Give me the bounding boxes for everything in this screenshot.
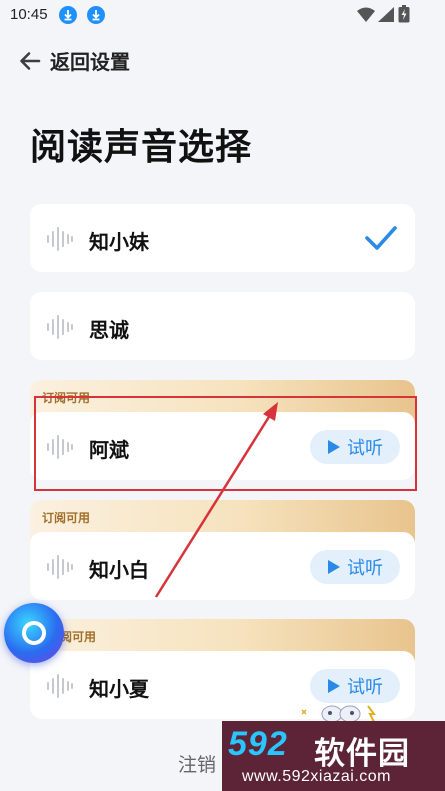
try-listen-button[interactable]: 试听 xyxy=(310,669,400,703)
status-time: 10:45 xyxy=(10,6,48,23)
voice-item[interactable]: 知小白 试听 xyxy=(30,532,415,600)
logout-button[interactable]: 注销 xyxy=(178,750,216,777)
back-label: 返回设置 xyxy=(50,50,130,74)
try-listen-label: 试听 xyxy=(347,677,383,698)
play-icon xyxy=(328,560,340,574)
voice-name: 知小妹 xyxy=(89,230,149,254)
floating-assistant-button[interactable] xyxy=(4,603,64,663)
voice-item[interactable]: 知小妹 xyxy=(30,204,415,272)
subscription-badge: 阅可用 xyxy=(60,630,97,644)
try-listen-label: 试听 xyxy=(347,558,383,579)
watermark-brand-name: 软件园 xyxy=(314,736,410,772)
page-title: 阅读声音选择 xyxy=(30,127,253,168)
subscription-badge: 订阅可用 xyxy=(42,511,91,525)
sound-wave-icon xyxy=(47,555,73,579)
back-arrow-icon xyxy=(20,51,41,70)
download-icon xyxy=(59,6,77,24)
subscription-voice-group: 订阅可用 知小白 试听 xyxy=(30,500,415,600)
try-listen-button[interactable]: 试听 xyxy=(310,550,400,584)
watermark-brand-number: 592 xyxy=(228,725,288,763)
voice-name: 思诚 xyxy=(89,318,129,342)
check-icon xyxy=(365,226,397,250)
watermark: 592 软件园 www.592xiazai.com xyxy=(222,721,445,791)
battery-icon xyxy=(398,5,410,23)
download-icon xyxy=(87,6,105,24)
sound-wave-icon xyxy=(47,227,73,251)
status-bar: 10:45 xyxy=(0,0,445,30)
voice-name: 知小夏 xyxy=(89,677,149,701)
back-button[interactable]: 返回设置 xyxy=(18,46,130,75)
watermark-url: www.592xiazai.com xyxy=(242,768,391,785)
wifi-icon xyxy=(357,7,375,22)
signal-icon xyxy=(378,7,394,22)
annotation-highlight-box xyxy=(34,396,417,491)
voice-item[interactable]: 思诚 xyxy=(30,292,415,360)
sound-wave-icon xyxy=(47,674,73,698)
ring-icon xyxy=(22,621,46,645)
sound-wave-icon xyxy=(47,315,73,339)
voice-name: 知小白 xyxy=(89,558,149,582)
play-icon xyxy=(328,679,340,693)
